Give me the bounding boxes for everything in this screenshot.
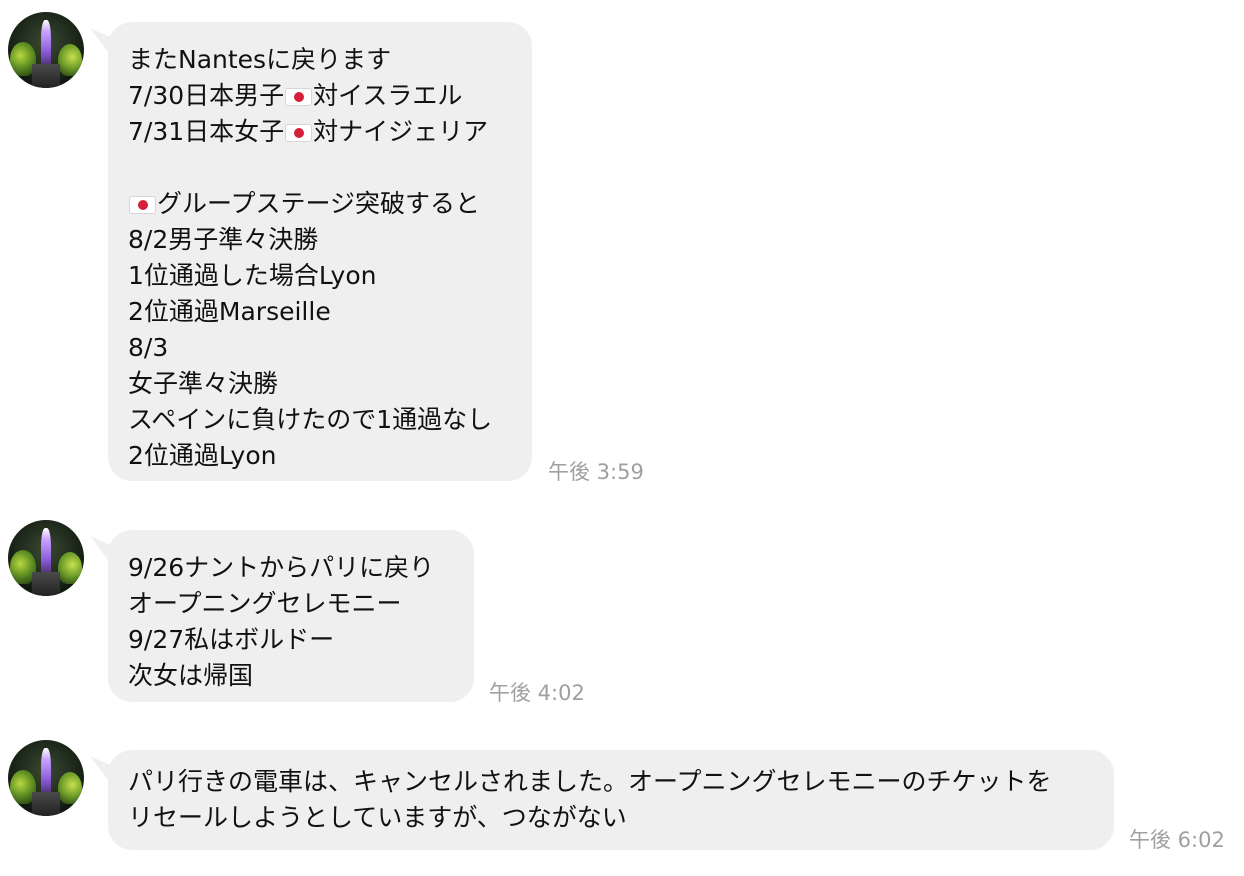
- message-timestamp: 午後 6:02: [1129, 828, 1225, 852]
- message-line: 7/31日本女子 対ナイジェリア: [128, 114, 510, 150]
- message-line: [128, 150, 510, 186]
- message-text: リセールしようとしていますが、つながない: [128, 803, 627, 832]
- message-line: 1位通過した場合Lyon: [128, 258, 510, 294]
- message-line: 9/26ナントからパリに戻り: [128, 550, 452, 586]
- avatar[interactable]: [8, 520, 84, 596]
- message-text: 女子準々決勝: [128, 369, 279, 398]
- chat-message[interactable]: 9/26ナントからパリに戻り オープニングセレモニー 9/27私はボルドー 次女は帰国…: [0, 508, 1244, 708]
- message-text: 8/3: [128, 333, 169, 362]
- message-bubble[interactable]: パリ行きの電車は、キャンセルされました。オープニングセレモニーのチケットを リセー…: [108, 750, 1114, 850]
- message-line: リセールしようとしていますが、つながない: [128, 800, 1092, 836]
- message-timestamp: 午後 3:59: [548, 460, 644, 484]
- chat-message[interactable]: またNantesに戻ります 7/30日本男子 対イスラエル 7/31日本女子 対ナイジェ…: [0, 0, 1244, 490]
- message-line: オープニングセレモニー: [128, 586, 452, 622]
- message-text: スペインに負けたので1通過なし: [128, 405, 493, 434]
- message-text: 2位通過Marseille: [128, 297, 331, 326]
- message-text: 次女は帰国: [128, 661, 254, 690]
- message-text: 対イスラエル: [313, 81, 463, 110]
- avatar[interactable]: [8, 12, 84, 88]
- message-text: 1位通過した場合Lyon: [128, 261, 377, 290]
- message-text: 2位通過Lyon: [128, 441, 277, 470]
- message-line: またNantesに戻ります: [128, 42, 510, 78]
- message-line: 8/3: [128, 330, 510, 366]
- message-line: 9/27私はボルドー: [128, 622, 452, 658]
- message-line: 8/2男子準々決勝: [128, 222, 510, 258]
- message-timestamp: 午後 4:02: [489, 681, 585, 705]
- message-text: グループステージ突破すると: [157, 189, 481, 218]
- message-line: グループステージ突破すると: [128, 186, 510, 222]
- chat-message[interactable]: パリ行きの電車は、キャンセルされました。オープニングセレモニーのチケットを リセー…: [0, 728, 1244, 868]
- message-text: 対ナイジェリア: [313, 117, 489, 146]
- message-line: パリ行きの電車は、キャンセルされました。オープニングセレモニーのチケットを: [128, 764, 1092, 800]
- message-text: [128, 153, 136, 182]
- avatar[interactable]: [8, 740, 84, 816]
- message-line: スペインに負けたので1通過なし: [128, 402, 510, 438]
- japan-flag-icon: [285, 88, 313, 106]
- message-line: 7/30日本男子 対イスラエル: [128, 78, 510, 114]
- message-text: 7/30日本男子: [128, 81, 285, 110]
- message-line: 次女は帰国: [128, 658, 452, 694]
- message-line: 女子準々決勝: [128, 366, 510, 402]
- japan-flag-icon: [285, 124, 313, 142]
- message-line: 2位通過Lyon: [128, 438, 510, 474]
- message-text: 8/2男子準々決勝: [128, 225, 319, 254]
- message-text: 7/31日本女子: [128, 117, 285, 146]
- message-text: 9/26ナントからパリに戻り: [128, 553, 435, 582]
- message-text: 9/27私はボルドー: [128, 625, 335, 654]
- message-text: パリ行きの電車は、キャンセルされました。オープニングセレモニーのチケットを: [128, 767, 1052, 796]
- message-bubble[interactable]: またNantesに戻ります 7/30日本男子 対イスラエル 7/31日本女子 対ナイジェ…: [108, 22, 532, 481]
- message-text: オープニングセレモニー: [128, 589, 402, 618]
- message-text: またNantesに戻ります: [128, 45, 392, 74]
- japan-flag-icon: [129, 196, 156, 214]
- message-bubble[interactable]: 9/26ナントからパリに戻り オープニングセレモニー 9/27私はボルドー 次女は帰国: [108, 530, 474, 702]
- message-line: 2位通過Marseille: [128, 294, 510, 330]
